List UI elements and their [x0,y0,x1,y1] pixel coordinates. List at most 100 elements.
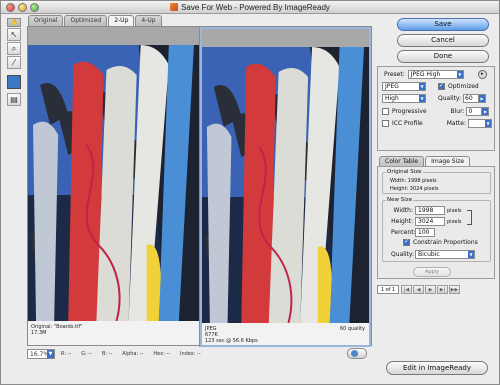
frame-counter: 1 of 1 [377,285,399,294]
optimized-info: JPEG 677K 123 sec @ 56.6 Kbps [205,326,258,344]
icc-profile-checkbox[interactable] [382,120,389,127]
resample-quality-select[interactable]: Bicubic ▼ [415,250,475,259]
original-filesize: 17.3M [31,330,47,336]
matte-label: Matte: [446,120,466,127]
done-button[interactable]: Done [397,50,489,63]
eyedropper-tool-icon[interactable]: ⁄ [7,56,21,69]
slice-select-tool-icon[interactable]: ↖ [7,28,21,41]
hand-tool-icon[interactable]: ✋ [7,18,21,27]
status-g: G: -- [81,351,92,357]
status-r: R: -- [61,351,72,357]
optimized-image[interactable] [202,47,369,323]
save-button[interactable]: Save [397,18,489,31]
original-width-text: Width: 1998 pixels [390,178,437,184]
chevron-down-icon: ▼ [419,95,425,102]
globe-icon [351,350,358,357]
toggle-slices-icon[interactable]: ▤ [7,93,21,106]
height-value: 3024 [418,218,434,225]
chevron-down-icon: ▼ [419,83,425,90]
new-size-group: New Size Width: 1998 pixels Height: 3024… [382,197,491,262]
quality-slider-toggle[interactable]: ▶ [479,94,487,103]
play-icon[interactable]: ▶ [425,285,436,294]
window-title: Save For Web - Powered By ImageReady [1,3,499,12]
blur-value: 0 [468,108,473,115]
action-buttons: Save Cancel Done [377,18,495,66]
view-tabs: Original Optimized 2-Up 4-Up [28,15,163,26]
eyedropper-color-swatch[interactable] [7,75,21,89]
constrain-proportions-label: Constrain Proportions [413,239,478,246]
quality-label: Quality: [438,95,462,102]
preset-label: Preset: [384,71,405,78]
tab-image-size[interactable]: Image Size [425,156,471,166]
image-size-panel: Original Size Width: 1998 pixels Height:… [377,166,495,279]
percent-value: 100 [418,229,430,236]
original-preview-pane[interactable]: Original: "Boards.tif" 17.3M [28,27,200,347]
optimization-settings: Preset: JPEG High ▼ ▸ JPEG ▼ Optimized Hig… [377,66,495,151]
previous-frame-icon[interactable]: ◀ [413,285,424,294]
tab-color-table[interactable]: Color Table [379,156,425,166]
preview-area: Original: "Boards.tif" 17.3M JPEG 677K 1… [27,26,372,347]
preset-select[interactable]: JPEG High ▼ [407,70,464,79]
chevron-down-icon: ▼ [485,120,491,127]
resample-quality-label: Quality: [391,251,415,258]
first-frame-icon[interactable]: |◀ [401,285,412,294]
height-input[interactable]: 3024 [415,217,445,226]
tab-4-up[interactable]: 4-Up [135,15,162,26]
quality-value: 60 [465,95,473,102]
optimized-quality-info: 60 quality [339,326,365,332]
original-size-group: Original Size Width: 1998 pixels Height:… [382,169,491,194]
edit-in-imageready-button[interactable]: Edit in ImageReady [386,361,488,375]
toolbox: ✋ ↖ ⌕ ⁄ ▤ [7,18,23,107]
canvas-margin [202,29,369,47]
optimize-menu-icon[interactable]: ▸ [477,70,487,79]
zoom-tool-icon[interactable]: ⌕ [7,42,21,55]
optimized-checkbox[interactable] [438,82,445,90]
cancel-button[interactable]: Cancel [397,34,489,47]
blur-input[interactable]: 0 [466,107,483,116]
optimized-label: Optimized [448,83,479,90]
icc-profile-label: ICC Profile [392,120,423,127]
tab-2-up[interactable]: 2-Up [108,15,135,26]
width-input[interactable]: 1998 [415,206,445,215]
window-title-text: Save For Web - Powered By ImageReady [181,3,330,12]
blur-slider-toggle[interactable]: ▶ [482,107,490,116]
chevron-down-icon: ▼ [456,71,463,78]
percent-label: Percent: [391,229,416,236]
tab-original[interactable]: Original [28,15,64,26]
status-bar: 16.7% ▼ R: -- G: -- B: -- Alpha: -- Hex: … [27,348,372,360]
title-bar: Save For Web - Powered By ImageReady [1,1,499,14]
width-unit: pixels [447,207,462,214]
tab-optimized[interactable]: Optimized [64,15,108,26]
apply-button[interactable]: Apply [413,267,451,277]
constrain-link-icon [467,210,472,225]
original-image[interactable] [28,45,199,321]
status-hex: Hex: -- [153,351,170,357]
height-label: Height: [391,218,413,225]
width-label: Width: [393,207,413,214]
next-frame-icon[interactable]: ▶| [437,285,448,294]
progressive-label: Progressive [392,108,427,115]
chevron-right-icon: ▶ [482,108,489,115]
new-size-label: New Size [386,197,414,203]
optimized-download-time: 123 sec @ 56.6 Kbps [205,338,258,344]
file-format-select[interactable]: JPEG ▼ [382,82,426,91]
original-info: Original: "Boards.tif" 17.3M [31,324,82,336]
imageready-app-icon [170,3,179,11]
resample-quality-value: Bicubic [418,251,440,258]
preview-in-browser-button[interactable] [347,348,367,359]
constrain-proportions-checkbox[interactable] [403,238,410,246]
last-frame-icon[interactable]: ▶▶ [449,285,460,294]
progressive-checkbox[interactable] [382,108,389,115]
status-alpha: Alpha: -- [122,351,144,357]
width-value: 1998 [418,207,434,214]
file-format-value: JPEG [385,83,399,90]
matte-select[interactable]: ▼ [468,119,492,128]
image-tabs: Color Table Image Size [379,156,471,166]
optimized-preview-pane[interactable]: JPEG 677K 123 sec @ 56.6 Kbps 60 quality [200,27,371,347]
quality-input[interactable]: 60 [463,94,480,103]
blur-label: Blur: [450,108,465,115]
quality-mode-select[interactable]: High ▼ [382,94,426,103]
chevron-down-icon: ▼ [468,251,474,258]
percent-input[interactable]: 100 [415,228,435,237]
zoom-level-select[interactable]: 16.7% ▼ [27,349,55,359]
